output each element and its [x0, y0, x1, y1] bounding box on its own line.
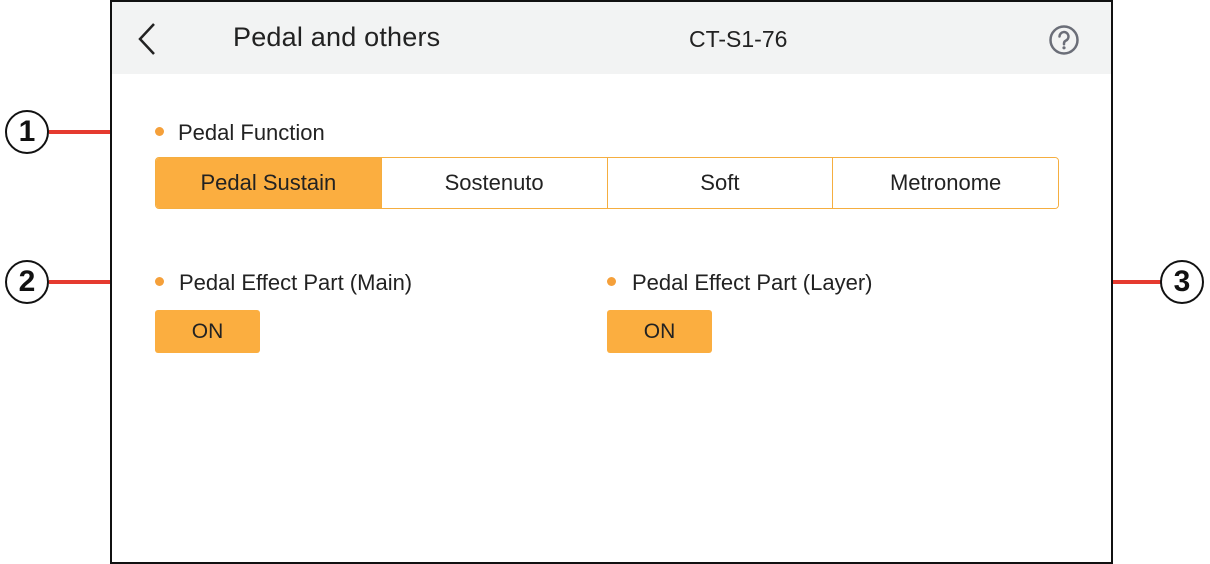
help-button[interactable]: [1048, 24, 1080, 56]
bullet-icon: [607, 277, 616, 286]
device-model: CT-S1-76: [689, 26, 788, 52]
bullet-icon: [155, 277, 164, 286]
option-pedal-sustain[interactable]: Pedal Sustain: [156, 158, 382, 208]
option-soft[interactable]: Soft: [607, 158, 834, 208]
option-metronome[interactable]: Metronome: [833, 158, 1058, 208]
app-window: Pedal and others CT-S1-76 Pedal Function…: [110, 0, 1113, 564]
option-sostenuto[interactable]: Sostenuto: [381, 158, 608, 208]
bullet-icon: [155, 127, 164, 136]
pedal-effect-layer-toggle[interactable]: ON: [607, 310, 712, 353]
pedal-effect-main-toggle[interactable]: ON: [155, 310, 260, 353]
pedal-effect-layer-label: Pedal Effect Part (Layer): [632, 270, 873, 295]
question-circle-icon: [1049, 25, 1079, 55]
pedal-function-selector: Pedal Sustain Sostenuto Soft Metronome: [155, 157, 1059, 209]
page-title: Pedal and others: [233, 22, 441, 52]
callout-3: 3: [1160, 260, 1204, 304]
callout-2: 2: [5, 260, 49, 304]
header-bar: Pedal and others CT-S1-76: [112, 2, 1111, 74]
back-button[interactable]: [134, 20, 162, 58]
chevron-left-icon: [138, 23, 155, 55]
pedal-function-label: Pedal Function: [178, 120, 325, 145]
pedal-effect-main-label: Pedal Effect Part (Main): [179, 270, 413, 295]
callout-1: 1: [5, 110, 49, 154]
